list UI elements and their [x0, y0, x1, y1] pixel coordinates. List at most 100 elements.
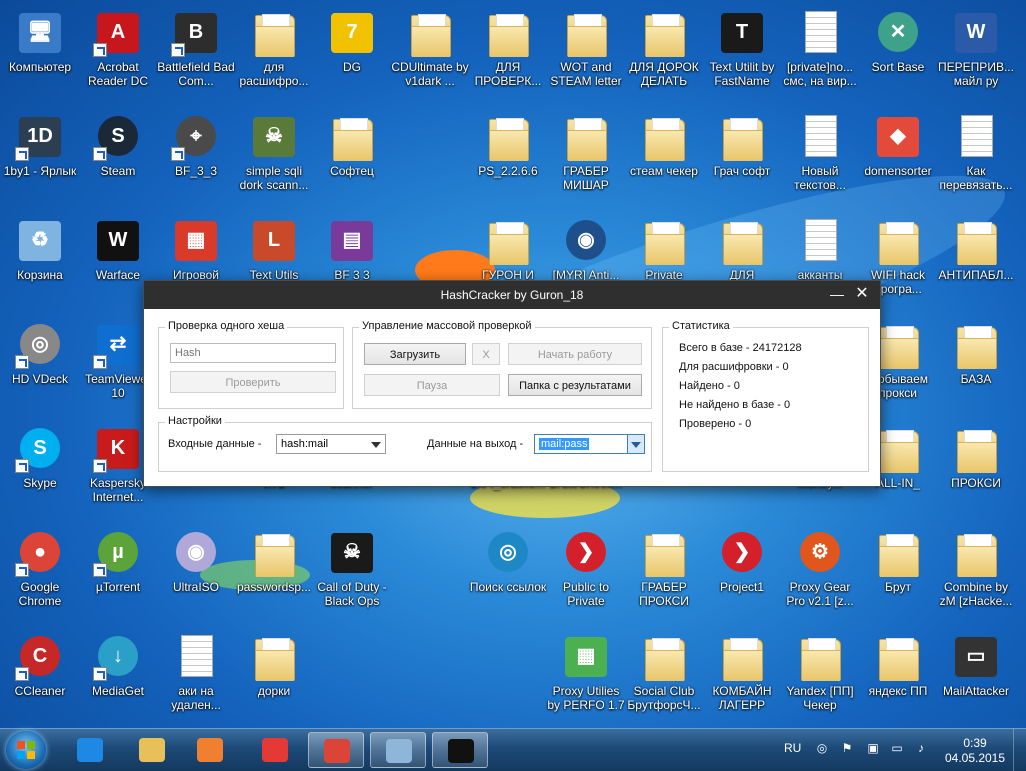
output-format-select[interactable]: mail:pass	[534, 434, 645, 454]
desktop-icon[interactable]: Как перевязать...	[937, 110, 1015, 212]
warface-icon: W	[93, 217, 143, 265]
close-button[interactable]: ✕	[852, 284, 872, 304]
desktop-icon[interactable]: АНТИПАБЛ...	[937, 214, 1015, 316]
desktop-icon[interactable]: ◉ UltraISO	[157, 526, 235, 628]
desktop-icon[interactable]: ◆ domensorter	[859, 110, 937, 212]
document-icon	[795, 9, 845, 57]
flag-tray-icon[interactable]: ⚑	[840, 741, 854, 755]
desktop-icon[interactable]: 🖥 Компьютер	[1, 6, 79, 108]
taskbar-internet-explorer-button[interactable]	[62, 732, 118, 768]
check-button[interactable]: Проверить	[170, 371, 336, 393]
show-desktop-button[interactable]	[1013, 729, 1026, 771]
desktop-icon[interactable]: стеам чекер	[625, 110, 703, 212]
desktop-icon[interactable]: ДЛЯ ПРОВЕРК...	[469, 6, 547, 108]
desktop-icon[interactable]: WOT and STEAM letter	[547, 6, 625, 108]
desktop-icon[interactable]: ⚙ Proxy Gear Pro v2.1 [z...	[781, 526, 859, 628]
volume-icon[interactable]: ♪	[914, 741, 928, 755]
network-icon[interactable]: ◎	[815, 741, 829, 755]
desktop-icon[interactable]: Yandex [ПП] Чекер	[781, 630, 859, 728]
desktop-icon[interactable]: 1D 1by1 - Ярлык	[1, 110, 79, 212]
desktop-icon[interactable]: A Acrobat Reader DC	[79, 6, 157, 108]
single-check-group: Проверка одного хеша	[158, 320, 344, 409]
desktop-icon[interactable]: Social Club БрутфорсЧ...	[625, 630, 703, 728]
desktop-icon[interactable]: Combine by zM [zHacke...	[937, 526, 1015, 628]
hash-input[interactable]	[170, 343, 336, 363]
desktop-icon[interactable]: для расшифро...	[235, 6, 313, 108]
desktop-icon[interactable]: passwordsp...	[235, 526, 313, 628]
desktop-icon[interactable]: ◎ Поиск ссылок	[469, 526, 547, 628]
desktop-icon[interactable]: ПРОКСИ	[937, 422, 1015, 524]
desktop-icon[interactable]: B Battlefield Bad Com...	[157, 6, 235, 108]
desktop-icon[interactable]: ❯ Public to Private	[547, 526, 625, 628]
desktop-icon-label: µTorrent	[95, 580, 141, 594]
yandex-browser-icon	[262, 738, 288, 762]
desktop-icon[interactable]: W ПЕРЕПРИВ... майл ру	[937, 6, 1015, 108]
desktop-icon[interactable]: аки на удален...	[157, 630, 235, 728]
pause-button[interactable]: Пауза	[364, 374, 500, 396]
desktop-icon[interactable]: ГРАБЕР МИШАР	[547, 110, 625, 212]
desktop-icon[interactable]: ❯ Project1	[703, 526, 781, 628]
title-bar[interactable]: HashCracker by Guron_18 — ✕	[144, 281, 880, 309]
desktop-icon[interactable]: S Steam	[79, 110, 157, 212]
taskbar-recycle-app-button[interactable]	[370, 732, 426, 768]
desktop-icon[interactable]: ☠ Call of Duty - Black Ops	[313, 526, 391, 628]
desktop-icon[interactable]: µ µTorrent	[79, 526, 157, 628]
desktop-icon[interactable]: Софтец	[313, 110, 391, 212]
desktop-icon[interactable]: Новый текстов...	[781, 110, 859, 212]
desktop-icon[interactable]: ✕ Sort Base	[859, 6, 937, 108]
minimize-button[interactable]: —	[827, 284, 847, 304]
desktop-icon[interactable]: ● Google Chrome	[1, 526, 79, 628]
desktop-icon[interactable]: T Text Utilit by FastName	[703, 6, 781, 108]
desktop-icon[interactable]: C CCleaner	[1, 630, 79, 728]
desktop-icon[interactable]: ГРАБЕР ПРОКСИ	[625, 526, 703, 628]
desktop-icon[interactable]: ДЛЯ ДОРОК ДЕЛАТЬ	[625, 6, 703, 108]
desktop-icon[interactable]: БАЗА	[937, 318, 1015, 420]
desktop-icon[interactable]: КОМБАЙН ЛАГЕРР	[703, 630, 781, 728]
desktop-icon[interactable]: ▭ MailAttacker	[937, 630, 1015, 728]
language-indicator[interactable]: RU	[784, 741, 801, 755]
taskbar-chrome-button[interactable]	[308, 732, 364, 768]
start-button[interactable]: Начать работу	[508, 343, 642, 365]
document-icon	[171, 633, 221, 681]
desktop-icon-label: ДЛЯ ПРОВЕРК...	[474, 60, 542, 88]
results-folder-button[interactable]: Папка с результатами	[508, 374, 642, 396]
document-icon	[795, 217, 845, 265]
shortcut-arrow-icon	[15, 459, 29, 473]
taskbar-yandex-browser-button[interactable]	[247, 732, 303, 768]
folder-icon	[795, 633, 845, 681]
dg-icon: 7	[327, 9, 377, 57]
desktop-icon[interactable]: CDUltimate by v1dark ...	[391, 6, 469, 108]
taskbar-hashcracker-button[interactable]	[432, 732, 488, 768]
desktop-icon-label: Грач софт	[713, 164, 771, 178]
desktop-icon[interactable]: 7 DG	[313, 6, 391, 108]
start-button[interactable]	[6, 731, 46, 769]
taskbar-file-explorer-button[interactable]	[124, 732, 180, 768]
desktop-icon[interactable]: S Skype	[1, 422, 79, 524]
proxygear-icon: ⚙	[795, 529, 845, 577]
action-center-icon[interactable]: ▣	[866, 741, 880, 755]
desktop-icon[interactable]: Брут	[859, 526, 937, 628]
desktop-icon[interactable]: ↓ MediaGet	[79, 630, 157, 728]
desktop-icon[interactable]: [private]no... смс, на вир...	[781, 6, 859, 108]
desktop-icon[interactable]: дорки	[235, 630, 313, 728]
desktop-icon-label: domensorter	[864, 164, 932, 178]
input-format-select[interactable]: hash:mail	[276, 434, 386, 454]
desktop-icon-label: Call of Duty - Black Ops	[317, 580, 387, 608]
desktop-icon[interactable]: ⌖ BF_3_3	[157, 110, 235, 212]
taskbar-media-player-button[interactable]	[182, 732, 238, 768]
desktop-icon-label: Proxy Utilies by PERFO 1.7	[547, 684, 625, 712]
kaspersky-icon: K	[93, 425, 143, 473]
desktop-icon[interactable]: ▦ Proxy Utilies by PERFO 1.7	[547, 630, 625, 728]
desktop-icon[interactable]: PS_2.2.6.6	[469, 110, 547, 212]
desktop-icon[interactable]: ☠ simple sqli dork scann...	[235, 110, 313, 212]
desktop-icon-label: MailAttacker	[942, 684, 1010, 698]
desktop-icon[interactable]: ♻ Корзина	[1, 214, 79, 316]
desktop-icon[interactable]: ◎ HD VDeck	[1, 318, 79, 420]
desktop-icon[interactable]: Грач софт	[703, 110, 781, 212]
desktop-icon[interactable]: яндекс ПП	[859, 630, 937, 728]
display-icon[interactable]: ▭	[890, 741, 904, 755]
clear-button[interactable]: X	[472, 343, 500, 365]
load-button[interactable]: Загрузить	[364, 343, 466, 365]
desktop-icon-label: для расшифро...	[239, 60, 309, 88]
group-title: Настройки	[165, 415, 225, 427]
